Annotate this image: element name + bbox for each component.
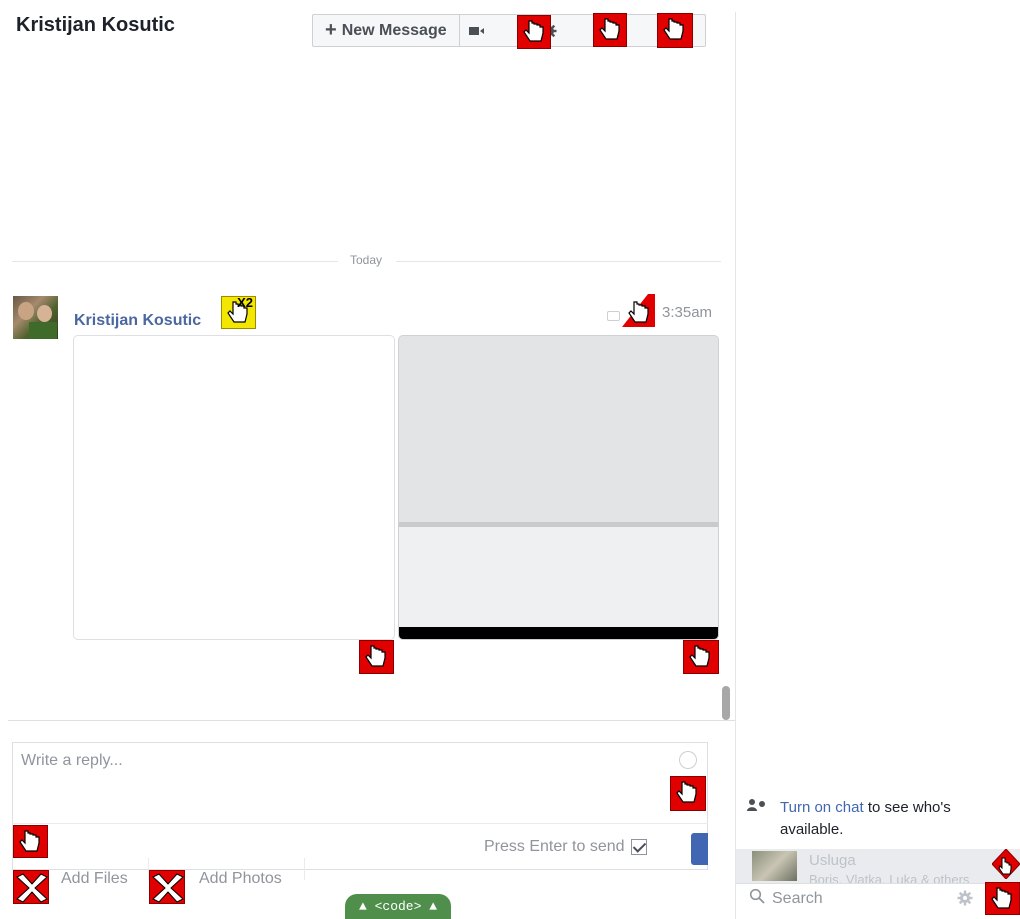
drag-marker (620, 294, 655, 327)
photo-region (399, 527, 718, 627)
chat-search-input[interactable] (772, 889, 942, 909)
press-enter-label: Press Enter to send (484, 838, 625, 855)
turn-on-chat-link[interactable]: Turn on chat (780, 799, 864, 816)
add-files-button[interactable]: Add Files (61, 870, 128, 888)
emoji-icon[interactable] (679, 751, 697, 769)
avatar-face (37, 305, 52, 322)
drag-marker-shape (622, 294, 655, 327)
message-timestamp: 3:35am (662, 304, 713, 321)
reply-divider (12, 823, 708, 824)
message-photo-1[interactable] (73, 335, 395, 640)
drag-drop-icon (16, 873, 48, 903)
plus-icon: + (325, 19, 337, 41)
group-name: Usluga (809, 852, 856, 869)
pointer-hand-icon (687, 644, 711, 673)
avatar-face (18, 302, 34, 320)
drag-drop-icon (152, 873, 184, 903)
photo-region (399, 627, 718, 639)
click-marker (670, 776, 706, 811)
video-call-button[interactable] (460, 15, 494, 46)
photo-region (399, 336, 718, 522)
scroll-marker (992, 849, 1020, 879)
panel-divider (735, 12, 736, 919)
avatar-shirt (29, 322, 57, 339)
click-marker (657, 13, 693, 48)
scroll-marker-shape (992, 849, 1020, 879)
message-photo-2[interactable] (398, 335, 719, 640)
pointer-hand-icon (674, 780, 698, 810)
group-avatar (752, 851, 797, 881)
double-click-marker: X2 (221, 296, 256, 329)
pointer-hand-icon (363, 644, 387, 673)
turn-on-chat-notice: Turn on chat to see who's available. (780, 797, 1002, 841)
day-divider-left (12, 261, 338, 262)
add-photos-button[interactable]: Add Photos (199, 870, 282, 888)
drag-drop-marker (13, 870, 49, 904)
click-marker (13, 825, 48, 858)
click-marker (985, 882, 1020, 915)
message-options-icon[interactable] (607, 311, 620, 321)
click-marker (683, 640, 719, 674)
double-click-label: X2 (237, 296, 253, 310)
composer-action-separator (304, 858, 305, 880)
chat-settings-gear-icon[interactable] (957, 890, 973, 906)
reply-input[interactable] (13, 743, 707, 823)
composer-divider (8, 720, 735, 721)
conversation-title: Kristijan Kosutic (16, 14, 175, 36)
pointer-hand-icon (661, 17, 685, 47)
chat-status-icon (747, 799, 765, 811)
pointer-hand-icon (597, 17, 621, 46)
pointer-hand-icon (521, 19, 545, 48)
press-enter-toggle[interactable]: Press Enter to send (484, 838, 647, 856)
pointer-hand-icon (989, 886, 1013, 914)
conversation-toolbar: + New Message (312, 14, 706, 47)
drag-drop-marker (149, 870, 185, 904)
search-icon (749, 888, 765, 904)
checkbox-checked-icon[interactable] (630, 839, 647, 855)
sender-name-link[interactable]: Kristijan Kosutic (74, 312, 201, 330)
click-marker (593, 13, 627, 47)
pointer-hand-icon (17, 829, 41, 857)
code-tab[interactable]: ▲ <code> ▲ (345, 894, 451, 919)
click-marker (359, 640, 394, 674)
new-message-button[interactable]: + New Message (313, 15, 460, 46)
timeline-scrollbar[interactable] (722, 686, 730, 720)
send-button[interactable] (691, 833, 708, 865)
video-camera-icon (468, 26, 484, 35)
new-message-label: New Message (341, 21, 447, 39)
sender-avatar[interactable] (13, 296, 58, 339)
day-label: Today (346, 253, 387, 267)
day-divider-right (396, 261, 721, 262)
click-marker (517, 15, 551, 49)
